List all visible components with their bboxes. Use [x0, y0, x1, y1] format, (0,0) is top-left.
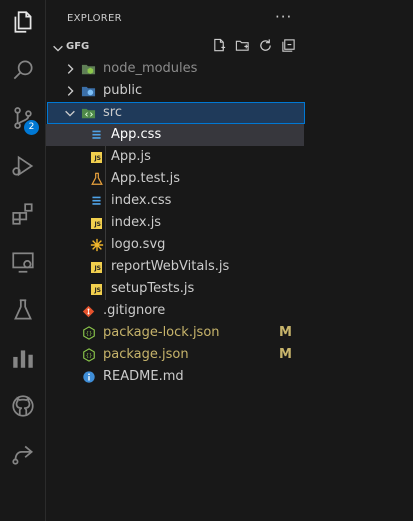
tree-item-label: App.js	[111, 149, 151, 164]
tree-file-setup-tests-js[interactable]: JS setupTests.js	[46, 278, 413, 300]
tree-item-label: index.js	[111, 215, 162, 230]
tree-item-label: App.css	[111, 127, 162, 142]
svg-text:{}: {}	[85, 331, 92, 337]
tree-item-label: setupTests.js	[111, 281, 195, 296]
files-icon	[10, 9, 36, 39]
charts-activity-button[interactable]	[0, 340, 46, 380]
extensions-activity-button[interactable]	[0, 196, 46, 236]
tree-file-report-web-vitals-js[interactable]: JS reportWebVitals.js	[46, 256, 413, 278]
tree-item-label: logo.svg	[111, 237, 166, 252]
github-icon	[10, 393, 36, 423]
tree-file-index-js[interactable]: JS index.js	[46, 212, 413, 234]
chevron-right-icon	[63, 62, 77, 76]
js-file-icon: JS	[89, 281, 104, 297]
tree-folder-public[interactable]: public	[46, 80, 413, 102]
svg-text:{}: {}	[85, 353, 92, 359]
svg-file-icon	[89, 237, 104, 253]
tree-file-gitignore[interactable]: .gitignore	[46, 300, 413, 322]
modified-status-badge: M	[279, 347, 292, 362]
npm-json-icon: {}	[81, 347, 96, 363]
tree-item-label: node_modules	[103, 61, 198, 76]
explorer-header: EXPLORER ···	[46, 0, 413, 36]
tree-folder-node-modules[interactable]: node_modules	[46, 58, 413, 80]
live-share-activity-button[interactable]	[0, 436, 46, 476]
tree-file-readme-md[interactable]: README.md	[46, 366, 413, 388]
remote-explorer-activity-button[interactable]	[0, 244, 46, 284]
css-file-icon	[89, 127, 104, 143]
live-share-icon	[10, 441, 36, 471]
new-file-icon	[212, 38, 227, 57]
chevron-down-icon	[51, 40, 65, 54]
public-folder-icon	[81, 83, 96, 99]
search-icon	[10, 57, 36, 87]
tree-item-label: index.css	[111, 193, 172, 208]
run-debug-icon	[10, 153, 36, 183]
new-folder-icon	[235, 38, 250, 57]
activity-bar: 2	[0, 0, 46, 521]
src-folder-icon	[81, 105, 96, 121]
tree-file-package-json[interactable]: {} package.json M	[46, 344, 413, 366]
workspace-folder-header[interactable]: GFG	[46, 36, 413, 58]
css-file-icon	[89, 193, 104, 209]
extensions-icon	[10, 201, 36, 231]
more-actions-button[interactable]: ···	[275, 8, 292, 26]
testing-activity-button[interactable]	[0, 292, 46, 332]
source-control-activity-button[interactable]: 2	[0, 100, 46, 140]
tree-item-label: public	[103, 83, 143, 98]
tree-file-app-test-js[interactable]: App.test.js	[46, 168, 413, 190]
charts-icon	[10, 345, 36, 375]
tree-item-label: reportWebVitals.js	[111, 259, 230, 274]
tree-item-label: .gitignore	[103, 303, 166, 318]
refresh-button[interactable]	[256, 38, 274, 56]
tree-file-logo-svg[interactable]: logo.svg	[46, 234, 413, 256]
remote-explorer-icon	[10, 249, 36, 279]
git-file-icon	[81, 303, 96, 319]
collapse-all-icon	[281, 38, 296, 57]
tree-item-label: App.test.js	[111, 171, 181, 186]
search-activity-button[interactable]	[0, 52, 46, 92]
npm-json-icon: {}	[81, 325, 96, 341]
node-modules-folder-icon	[81, 61, 96, 77]
workspace-folder-name: GFG	[66, 41, 90, 52]
refresh-icon	[258, 38, 273, 57]
tree-item-label: README.md	[103, 369, 184, 384]
js-file-icon: JS	[89, 215, 104, 231]
js-file-icon: JS	[89, 259, 104, 275]
github-activity-button[interactable]	[0, 388, 46, 428]
modified-status-badge: M	[279, 325, 292, 340]
source-control-badge: 2	[24, 120, 39, 135]
js-file-icon: JS	[89, 149, 104, 165]
tree-item-label: package.json	[103, 347, 189, 362]
testing-icon	[10, 297, 36, 327]
tree-item-label: package-lock.json	[103, 325, 220, 340]
tree-item-label: src	[103, 105, 122, 120]
chevron-right-icon	[63, 84, 77, 98]
new-folder-button[interactable]	[233, 38, 251, 56]
chevron-down-icon	[63, 106, 77, 120]
explorer-activity-button[interactable]	[0, 4, 46, 44]
explorer-sidebar: EXPLORER ··· GFG node_modules public src…	[46, 0, 413, 521]
tree-file-package-lock-json[interactable]: {} package-lock.json M	[46, 322, 413, 344]
tree-file-app-js[interactable]: JS App.js	[46, 146, 413, 168]
explorer-title: EXPLORER	[67, 13, 122, 24]
tree-file-index-css[interactable]: index.css	[46, 190, 413, 212]
collapse-all-button[interactable]	[279, 38, 297, 56]
tree-folder-src[interactable]: src	[47, 102, 305, 124]
info-file-icon	[81, 369, 96, 385]
test-file-icon	[89, 171, 104, 187]
new-file-button[interactable]	[210, 38, 228, 56]
tree-file-app-css[interactable]: App.css	[46, 124, 304, 146]
run-debug-activity-button[interactable]	[0, 148, 46, 188]
